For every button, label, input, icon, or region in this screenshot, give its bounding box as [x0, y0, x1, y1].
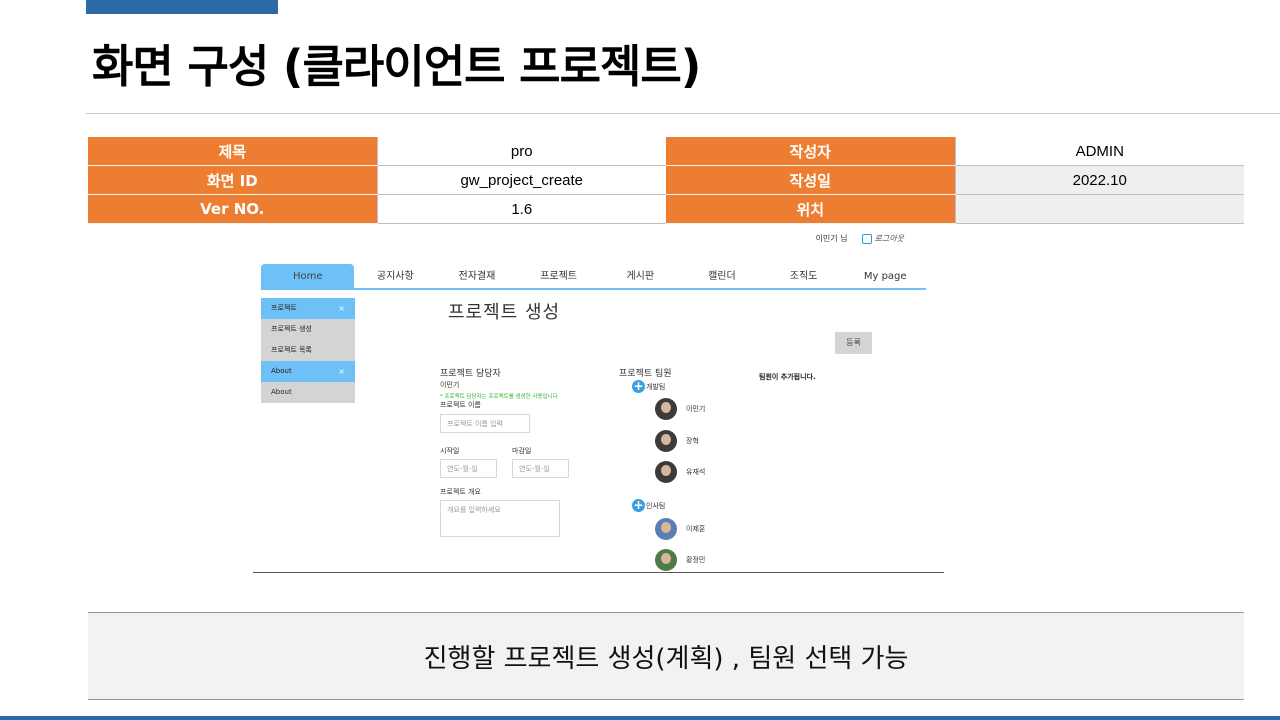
table-value-screen-id: gw_project_create	[377, 165, 666, 195]
project-summary-textarea[interactable]: 개요를 입력하세요	[440, 500, 560, 537]
team-member[interactable]: 이민기	[655, 398, 705, 420]
member-name: 이제훈	[686, 525, 706, 533]
side-menu-header-about[interactable]: About ×	[261, 361, 355, 382]
team-member[interactable]: 이제훈	[655, 518, 705, 540]
team-group-dev[interactable]: + 개발팀	[632, 380, 665, 393]
table-row: 화면 ID gw_project_create 작성일 2022.10	[88, 165, 1244, 195]
team-group-name: 인사팀	[646, 501, 666, 510]
tab-project[interactable]: 프로젝트	[518, 264, 600, 288]
user-bar: 이민기 님 로그아웃	[816, 233, 904, 244]
avatar	[655, 549, 677, 571]
top-accent-bar	[86, 0, 278, 14]
close-icon[interactable]: ×	[338, 298, 345, 319]
tab-approval[interactable]: 전자결재	[436, 264, 518, 288]
avatar	[655, 518, 677, 540]
table-key-author: 작성자	[666, 137, 956, 166]
table-row: 제목 pro 작성자 ADMIN	[88, 137, 1244, 166]
team-group-hr[interactable]: + 인사팀	[632, 499, 665, 512]
table-key-screen-id: 화면 ID	[88, 165, 378, 195]
team-member[interactable]: 황정민	[655, 549, 705, 571]
plus-icon[interactable]: +	[632, 499, 645, 512]
table-key-title: 제목	[88, 137, 378, 166]
info-table: 제목 pro 작성자 ADMIN 화면 ID gw_project_create…	[88, 137, 1244, 224]
member-name: 장혁	[686, 437, 699, 445]
slide-title: 화면 구성 (클라이언트 프로젝트)	[92, 40, 701, 93]
manager-note: * 프로젝트 담당자는 프로젝트를 생성한 사용입니다	[440, 394, 558, 400]
side-menu-header-label: About	[271, 367, 292, 375]
table-value-date: 2022.10	[955, 165, 1244, 195]
side-menu-header-label: 프로젝트	[271, 304, 297, 312]
table-value-title: pro	[377, 137, 666, 166]
member-name: 황정민	[686, 556, 706, 564]
avatar	[655, 461, 677, 483]
bottom-accent-bar	[0, 716, 1280, 720]
main-nav: Home 공지사항 전자결재 프로젝트 게시판 캘린더 조직도 My page	[261, 264, 926, 290]
close-icon[interactable]: ×	[338, 361, 345, 382]
table-value-author: ADMIN	[955, 137, 1244, 166]
start-date-input[interactable]: 연도-월-일	[440, 459, 497, 478]
table-key-version: Ver NO.	[88, 194, 378, 224]
side-menu-item-create[interactable]: 프로젝트 생성	[261, 319, 355, 340]
summary-caption: 진행할 프로젝트 생성(계획) , 팀원 선택 가능	[88, 612, 1244, 700]
side-menu-header-project[interactable]: 프로젝트 ×	[261, 298, 355, 319]
logout-icon	[861, 233, 872, 244]
table-row: Ver NO. 1.6 위치	[88, 194, 1244, 224]
table-value-version: 1.6	[377, 194, 666, 224]
table-key-date: 작성일	[666, 165, 956, 195]
logout-label: 로그아웃	[874, 234, 904, 243]
tab-calendar[interactable]: 캘린더	[681, 264, 763, 288]
table-value-location	[955, 194, 1244, 224]
tab-home[interactable]: Home	[261, 264, 355, 288]
summary-label: 프로젝트 개요	[440, 488, 481, 496]
side-menu-item-list[interactable]: 프로젝트 목록	[261, 340, 355, 361]
app-mockup: 이민기 님 로그아웃 Home 공지사항 전자결재 프로젝트 게시판 캘린더 조…	[253, 228, 944, 573]
start-date-label: 시작일	[440, 447, 460, 455]
tab-org-chart[interactable]: 조직도	[763, 264, 845, 288]
team-title: 프로젝트 팀원	[619, 369, 672, 379]
manager-label: 프로젝트 담당자	[440, 369, 501, 379]
side-menu-item-about[interactable]: About	[261, 382, 355, 403]
team-member[interactable]: 장혁	[655, 430, 699, 452]
logout-link[interactable]: 로그아웃	[861, 233, 904, 244]
end-date-input[interactable]: 연도-월-일	[512, 459, 569, 478]
user-name: 이민기 님	[815, 234, 848, 243]
register-button[interactable]: 등록	[835, 332, 872, 354]
avatar	[655, 430, 677, 452]
team-group-name: 개발팀	[646, 382, 666, 391]
member-name: 이민기	[686, 405, 706, 413]
team-member[interactable]: 유재석	[655, 461, 705, 483]
member-name: 유재석	[686, 468, 706, 476]
manager-value: 이민기	[440, 381, 460, 389]
plus-icon[interactable]: +	[632, 380, 645, 393]
tab-my-page[interactable]: My page	[844, 264, 926, 288]
name-label: 프로젝트 이름	[440, 401, 481, 409]
tab-notice[interactable]: 공지사항	[354, 264, 436, 288]
title-divider	[86, 113, 1280, 114]
project-name-input[interactable]: 프로젝트 이름 입력	[440, 414, 530, 433]
tab-board[interactable]: 게시판	[599, 264, 681, 288]
team-added-message: 팀원이 추가됩니다.	[759, 373, 816, 381]
table-key-location: 위치	[666, 194, 956, 224]
avatar	[655, 398, 677, 420]
end-date-label: 마감일	[512, 447, 532, 455]
page-heading: 프로젝트 생성	[448, 302, 561, 323]
side-menu: 프로젝트 × 프로젝트 생성 프로젝트 목록 About × About	[261, 298, 355, 403]
